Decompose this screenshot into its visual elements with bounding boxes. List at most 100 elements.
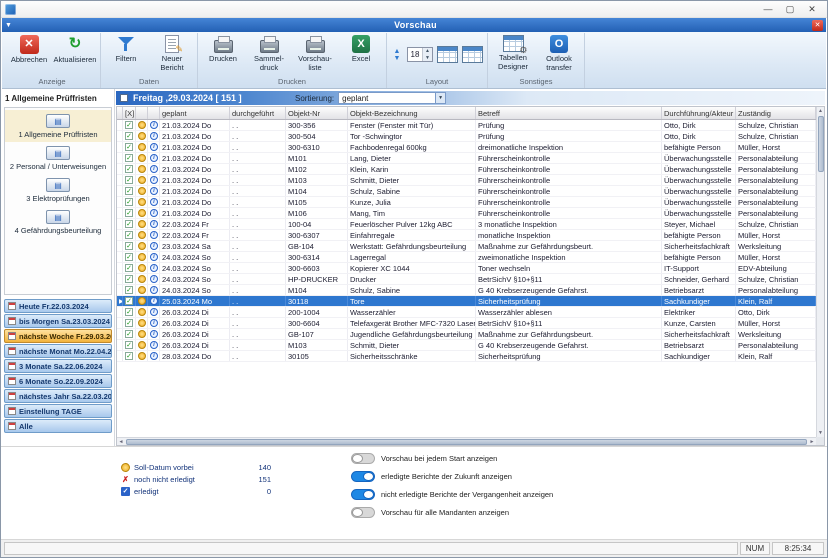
maximize-button[interactable]: ▢ — [779, 2, 801, 17]
table-row[interactable]: ✓ i 26.03.2024 Di . . GB-107 Jugendliche… — [117, 329, 816, 340]
column-header[interactable]: geplant — [160, 107, 230, 119]
row-checkbox[interactable]: ✓ — [125, 220, 133, 228]
scroll-right-icon[interactable]: ► — [808, 438, 816, 446]
date-button[interactable]: Einstellung TAGE — [4, 404, 112, 418]
tabellen-designer-button[interactable]: Tabellen Designer — [490, 33, 536, 71]
date-button[interactable]: nächstes Jahr Sa.22.03.2025 — [4, 389, 112, 403]
row-checkbox[interactable]: ✓ — [125, 176, 133, 184]
neuer-bericht-button[interactable]: Neuer Bericht — [149, 33, 195, 72]
category-item[interactable]: ▤ 2 Personal / Unterweisungen — [5, 142, 111, 174]
outlook-transfer-button[interactable]: O Outlook transfer — [536, 33, 582, 72]
abbrechen-button[interactable]: ✕ Abbrechen — [6, 33, 52, 65]
row-checkbox[interactable]: ✓ — [125, 187, 133, 195]
horizontal-scroll-thumb[interactable] — [126, 439, 807, 445]
table-row[interactable]: ✓ i 22.03.2024 Fr . . 100-04 Feuerlösche… — [117, 219, 816, 230]
row-checkbox[interactable]: ✓ — [125, 297, 133, 305]
row-height-icon[interactable]: ▲▼ — [391, 48, 403, 62]
row-checkbox[interactable]: ✓ — [125, 264, 133, 272]
row-checkbox[interactable]: ✓ — [125, 198, 133, 206]
column-header[interactable]: Durchführung/Akteur — [662, 107, 736, 119]
list-layout-icon[interactable] — [462, 46, 483, 63]
table-row[interactable]: ✓ i 26.03.2024 Di . . 200-1004 Wasserzäh… — [117, 307, 816, 318]
row-checkbox[interactable]: ✓ — [125, 253, 133, 261]
table-row[interactable]: ✓ i 24.03.2024 So . . HP-DRUCKER Drucker… — [117, 274, 816, 285]
toggle-switch[interactable] — [351, 471, 375, 482]
row-checkbox[interactable]: ✓ — [125, 165, 133, 173]
spinner-down-icon[interactable]: ▼ — [423, 55, 432, 62]
date-button[interactable]: nächste Monat Mo.22.04.2024 — [4, 344, 112, 358]
vertical-scrollbar[interactable]: ▲ ▼ — [816, 107, 824, 437]
table-row[interactable]: ✓ i 28.03.2024 Do . . 30105 Sicherheitss… — [117, 351, 816, 362]
excel-button[interactable]: X Excel — [338, 33, 384, 64]
date-button[interactable]: bis Morgen Sa.23.03.2024 — [4, 314, 112, 328]
column-header[interactable]: Objekt-Nr — [286, 107, 348, 119]
column-header[interactable]: durchgeführt — [230, 107, 286, 119]
table-row[interactable]: ✓ i 21.03.2024 Do . . 300-6310 Fachboden… — [117, 142, 816, 153]
date-button[interactable]: Alle — [4, 419, 112, 433]
table-row[interactable]: ✓ i 21.03.2024 Do . . M105 Kunze, Julia … — [117, 197, 816, 208]
row-checkbox[interactable]: ✓ — [125, 352, 133, 360]
scroll-up-icon[interactable]: ▲ — [817, 107, 825, 115]
column-header[interactable] — [148, 107, 160, 119]
grid-layout-icon[interactable] — [437, 46, 458, 63]
horizontal-scrollbar[interactable]: ◄ ► — [117, 437, 816, 445]
sammeldruck-button[interactable]: Sammel-druck — [246, 33, 292, 72]
table-row[interactable]: ✓ i 21.03.2024 Do . . M101 Lang, Dieter … — [117, 153, 816, 164]
sort-dropdown[interactable]: geplant ▼ — [338, 92, 446, 104]
row-checkbox[interactable]: ✓ — [125, 209, 133, 217]
table-row[interactable]: ✓ i 21.03.2024 Do . . 300-356 Fenster (F… — [117, 120, 816, 131]
row-checkbox[interactable]: ✓ — [125, 143, 133, 151]
table-row[interactable]: ✓ i 22.03.2024 Fr . . 300-6307 Einfahrre… — [117, 230, 816, 241]
row-checkbox[interactable]: ✓ — [125, 121, 133, 129]
table-row[interactable]: ✓ i 21.03.2024 Do . . M106 Mang, Tim Füh… — [117, 208, 816, 219]
table-row[interactable]: ✓ i 24.03.2024 So . . M104 Schulz, Sabin… — [117, 285, 816, 296]
column-header[interactable]: Zuständig — [736, 107, 816, 119]
date-button[interactable]: nächste Woche Fr.29.03.2024 — [4, 329, 112, 343]
category-item[interactable]: ▤ 4 Gefährdungsbeurteilung — [5, 206, 111, 238]
column-header[interactable]: [X] — [123, 107, 136, 119]
drucken-button[interactable]: Drucken — [200, 33, 246, 64]
category-item[interactable]: ▤ 1 Allgemeine Prüffristen — [5, 110, 111, 142]
scroll-down-icon[interactable]: ▼ — [817, 429, 825, 437]
row-checkbox[interactable]: ✓ — [125, 341, 133, 349]
toggle-switch[interactable] — [351, 507, 375, 518]
column-header[interactable]: Objekt-Bezeichnung — [348, 107, 476, 119]
dialog-close-icon[interactable]: ✕ — [812, 20, 823, 31]
select-all-checkbox[interactable] — [120, 94, 128, 102]
date-button[interactable]: 3 Monate Sa.22.06.2024 — [4, 359, 112, 373]
table-row[interactable]: ✓ i 26.03.2024 Di . . M103 Schmitt, Diet… — [117, 340, 816, 351]
row-checkbox[interactable]: ✓ — [125, 231, 133, 239]
date-button[interactable]: Heute Fr.22.03.2024 — [4, 299, 112, 313]
zoom-spinner[interactable]: 18 ▲▼ — [407, 47, 433, 62]
chevron-down-icon[interactable]: ▼ — [5, 22, 19, 29]
table-row[interactable]: ✓ i 24.03.2024 So . . 300-6314 Lagerrega… — [117, 252, 816, 263]
table-row[interactable]: ✓ i 24.03.2024 So . . 300-6603 Kopierer … — [117, 263, 816, 274]
row-checkbox[interactable]: ✓ — [125, 319, 133, 327]
row-checkbox[interactable]: ✓ — [125, 242, 133, 250]
column-header[interactable] — [136, 107, 148, 119]
filtern-button[interactable]: Filtern — [103, 33, 149, 64]
date-button[interactable]: 6 Monate So.22.09.2024 — [4, 374, 112, 388]
vertical-scroll-thumb[interactable] — [818, 116, 824, 172]
toggle-switch[interactable] — [351, 453, 375, 464]
vorschauliste-button[interactable]: Vorschau-liste — [292, 33, 338, 72]
row-checkbox[interactable]: ✓ — [125, 132, 133, 140]
category-item[interactable]: ▤ 3 Elektroprüfungen — [5, 174, 111, 206]
aktualisieren-button[interactable]: ↻ Aktualisieren — [52, 33, 98, 65]
toggle-switch[interactable] — [351, 489, 375, 500]
table-row[interactable]: ✓ i 21.03.2024 Do . . M104 Schulz, Sabin… — [117, 186, 816, 197]
row-checkbox[interactable]: ✓ — [125, 154, 133, 162]
column-header[interactable]: Betreff — [476, 107, 662, 119]
table-row[interactable]: ✓ i 21.03.2024 Do . . M102 Klein, Karin … — [117, 164, 816, 175]
row-checkbox[interactable]: ✓ — [125, 286, 133, 294]
table-row[interactable]: ✓ i 23.03.2024 Sa . . GB-104 Werkstatt: … — [117, 241, 816, 252]
table-row[interactable]: ✓ i 26.03.2024 Di . . 300-6604 Telefaxge… — [117, 318, 816, 329]
minimize-button[interactable]: — — [757, 2, 779, 17]
row-checkbox[interactable]: ✓ — [125, 275, 133, 283]
close-button[interactable]: ✕ — [801, 2, 823, 17]
table-row[interactable]: ▶ ✓ i 25.03.2024 Mo . . 30118 Tore Siche… — [117, 296, 816, 307]
row-checkbox[interactable]: ✓ — [125, 308, 133, 316]
row-checkbox[interactable]: ✓ — [125, 330, 133, 338]
scroll-left-icon[interactable]: ◄ — [117, 438, 125, 446]
table-row[interactable]: ✓ i 21.03.2024 Do . . M103 Schmitt, Diet… — [117, 175, 816, 186]
